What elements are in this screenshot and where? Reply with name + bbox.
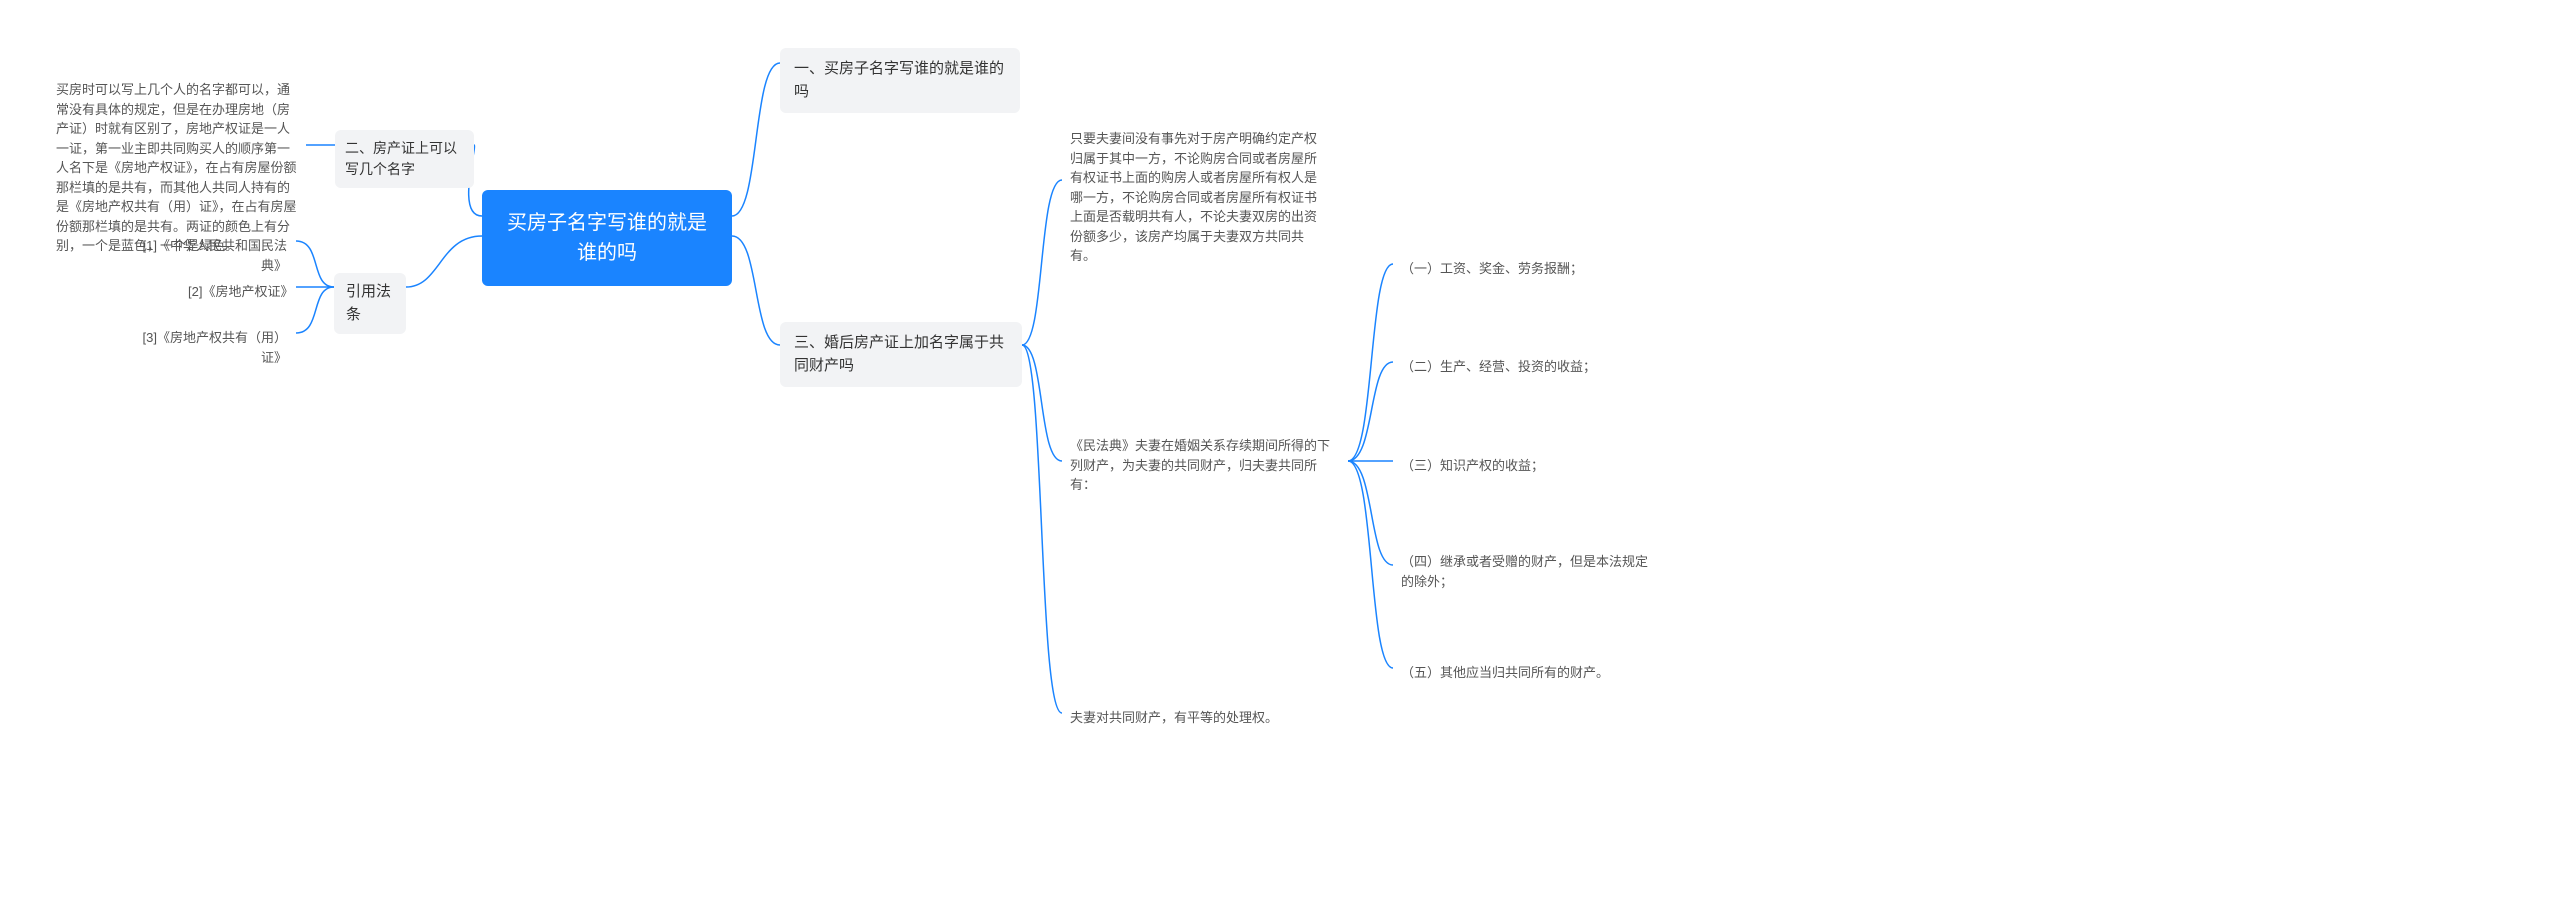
branch-label: 三、婚后房产证上加名字属于共同财产吗 [794, 334, 1004, 374]
leaf-item-1: （一）工资、奖金、劳务报酬； [1393, 255, 1661, 283]
branch-q3[interactable]: 三、婚后房产证上加名字属于共同财产吗 [780, 322, 1022, 387]
leaf-item-2: （二）生产、经营、投资的收益； [1393, 353, 1661, 381]
branch-q1[interactable]: 一、买房子名字写谁的就是谁的吗 [780, 48, 1020, 113]
branch-label: 一、买房子名字写谁的就是谁的吗 [794, 60, 1004, 100]
branch-deed-names[interactable]: 二、房产证上可以写几个名字 [335, 130, 474, 188]
branch-label: 引用法条 [346, 283, 391, 323]
branch-references[interactable]: 引用法条 [334, 273, 406, 334]
leaf-equal-rights: 夫妻对共同财产，有平等的处理权。 [1062, 704, 1330, 732]
leaf-item-5: （五）其他应当归共同所有的财产。 [1393, 659, 1661, 687]
leaf-item-4: （四）继承或者受赠的财产，但是本法规定的除外； [1393, 548, 1661, 595]
leaf-civilcode-intro: 《民法典》夫妻在婚姻关系存续期间所得的下列财产，为夫妻的共同财产，归夫妻共同所有… [1062, 432, 1348, 499]
leaf-marital-ownership: 只要夫妻间没有事先对于房产明确约定产权归属于其中一方，不论购房合同或者房屋所有权… [1062, 125, 1330, 270]
leaf-ref-3: [3]《房地产权共有（用）证》 [120, 324, 295, 371]
leaf-ref-2: [2]《房地产权证》 [180, 278, 295, 306]
root-node[interactable]: 买房子名字写谁的就是谁的吗 [482, 190, 732, 286]
branch-label: 二、房产证上可以写几个名字 [345, 140, 457, 177]
leaf-ref-1: [1]《中华人民共和国民法典》 [125, 232, 295, 279]
leaf-item-3: （三）知识产权的收益； [1393, 452, 1661, 480]
